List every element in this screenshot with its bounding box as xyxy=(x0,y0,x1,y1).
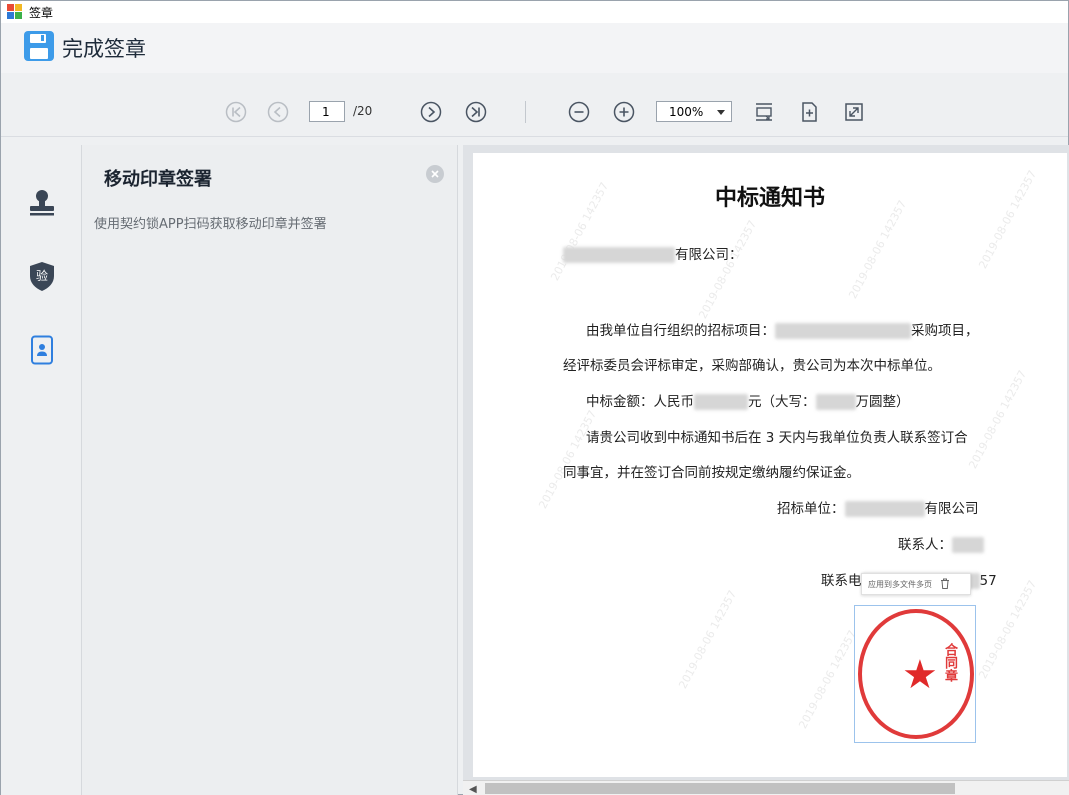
fit-page-icon xyxy=(802,102,817,122)
toolbar-divider xyxy=(525,101,526,123)
panel-description: 使用契约锁APP扫码获取移动印章并签署 xyxy=(94,217,327,232)
company-seal[interactable]: ★ 合同章 xyxy=(858,609,974,739)
issuer-line: 招标单位： 有限公司 xyxy=(777,497,979,517)
phone-tail: 57 xyxy=(979,573,997,589)
paragraph-4: 请贵公司收到中标通知书后在 3 天内与我单位负责人联系签订合 xyxy=(586,430,968,446)
redacted-amount-words xyxy=(815,394,856,410)
p3-a: 中标金额：人民币 xyxy=(586,394,694,410)
watermark: 2019-08-06 142357 xyxy=(696,218,760,321)
paragraph-3: 中标金额：人民币 元（大写： 万圆整） xyxy=(586,390,910,410)
next-page-button[interactable] xyxy=(419,100,443,124)
app-window: 签章 完成签章 /20 xyxy=(0,0,1069,795)
finish-signing-button[interactable]: 完成签章 xyxy=(23,30,146,66)
finish-signing-label: 完成签章 xyxy=(62,38,146,61)
verify-shield-icon: 验 xyxy=(30,262,54,291)
seal-toolbar: 应用到多文件多页 xyxy=(861,573,971,595)
paragraph-1: 由我单位自行组织的招标项目： 采购项目， xyxy=(586,319,979,339)
issuer-suffix: 有限公司 xyxy=(924,501,979,517)
watermark: 2019-08-06 142357 xyxy=(796,628,860,731)
header: 完成签章 xyxy=(1,23,1068,73)
document-viewer[interactable]: 2019-08-06 142357 2019-08-06 142357 2019… xyxy=(463,145,1069,795)
mobile-seal-icon xyxy=(31,335,53,365)
document-page: 2019-08-06 142357 2019-08-06 142357 2019… xyxy=(473,153,1067,777)
zoom-in-button[interactable] xyxy=(612,100,636,124)
salutation-line: 有限公司： xyxy=(563,243,743,263)
fit-width-icon xyxy=(756,103,772,121)
title-bar: 签章 xyxy=(1,1,1068,23)
fullscreen-icon xyxy=(845,103,863,121)
window-title: 签章 xyxy=(29,5,54,20)
fit-page-button[interactable] xyxy=(797,100,821,124)
paragraph-2: 经评标委员会评标审定，采购部确认，贵公司为本次中标单位。 xyxy=(563,358,941,374)
redacted-contact xyxy=(952,537,984,553)
zoom-level-value: 100% xyxy=(669,104,704,119)
zoom-out-icon xyxy=(568,101,590,123)
prev-page-icon xyxy=(267,101,289,123)
stamp-icon xyxy=(30,190,54,216)
first-page-button[interactable] xyxy=(224,100,248,124)
watermark: 2019-08-06 142357 xyxy=(676,588,740,691)
left-sidebar: 验 xyxy=(1,138,81,795)
panel-title: 移动印章签署 xyxy=(104,169,212,190)
contact-line: 联系人： xyxy=(898,533,984,553)
chevron-down-icon xyxy=(717,110,725,115)
star-icon: ★ xyxy=(902,652,938,698)
redacted-project xyxy=(775,323,911,339)
salutation-suffix: 有限公司： xyxy=(675,247,743,263)
page-total-label: /20 xyxy=(353,104,373,118)
zoom-level-select[interactable]: 100% xyxy=(656,101,732,122)
redacted-issuer xyxy=(844,501,925,517)
issuer-label: 招标单位： xyxy=(777,501,845,517)
fit-width-button[interactable] xyxy=(752,100,776,124)
p1-start: 由我单位自行组织的招标项目： xyxy=(586,323,775,339)
page-number-input[interactable] xyxy=(309,101,345,122)
last-page-button[interactable] xyxy=(464,100,488,124)
verify-label: 验 xyxy=(36,268,48,283)
zoom-out-button[interactable] xyxy=(567,100,591,124)
pdf-toolbar: /20 100% xyxy=(1,73,1068,137)
fullscreen-button[interactable] xyxy=(842,100,866,124)
first-page-icon xyxy=(225,101,247,123)
watermark: 2019-08-06 142357 xyxy=(846,198,910,301)
contact-label: 联系人： xyxy=(898,537,952,553)
panel-close-button[interactable] xyxy=(426,165,444,183)
p1-end: 采购项目， xyxy=(911,323,979,339)
last-page-icon xyxy=(465,101,487,123)
next-page-icon xyxy=(420,101,442,123)
watermark: 2019-08-06 142357 xyxy=(536,408,600,511)
sidebar-item-mobile-seal[interactable] xyxy=(27,334,57,366)
trash-icon xyxy=(941,578,949,589)
save-icon xyxy=(23,30,55,66)
watermark: 2019-08-06 142357 xyxy=(966,368,1030,471)
apply-multi-page-button[interactable]: 应用到多文件多页 xyxy=(868,579,932,590)
p3-c: 万圆整） xyxy=(855,394,910,410)
prev-page-button[interactable] xyxy=(266,100,290,124)
phone-label: 联系电 xyxy=(821,573,862,589)
scrollbar-thumb[interactable] xyxy=(485,783,955,794)
redacted-amount xyxy=(694,394,748,410)
delete-seal-button[interactable] xyxy=(940,578,950,591)
horizontal-scrollbar[interactable]: ◀ xyxy=(463,780,1069,795)
seal-text: 合同章 xyxy=(942,643,957,682)
sidebar-item-stamp[interactable] xyxy=(27,186,57,218)
mobile-seal-panel: 移动印章签署 使用契约锁APP扫码获取移动印章并签署 xyxy=(81,145,458,795)
redacted-company xyxy=(563,247,675,263)
close-icon xyxy=(431,170,439,178)
watermark: 2019-08-06 142357 xyxy=(976,578,1040,681)
app-logo-icon xyxy=(7,4,23,20)
p3-b: 元（大写： xyxy=(748,394,816,410)
paragraph-5: 同事宜，并在签订合同前按规定缴纳履约保证金。 xyxy=(563,465,860,481)
sidebar-item-verify[interactable]: 验 xyxy=(27,260,57,292)
document-title: 中标通知书 xyxy=(714,186,825,211)
zoom-in-icon xyxy=(613,101,635,123)
scroll-left-icon[interactable]: ◀ xyxy=(469,784,477,795)
